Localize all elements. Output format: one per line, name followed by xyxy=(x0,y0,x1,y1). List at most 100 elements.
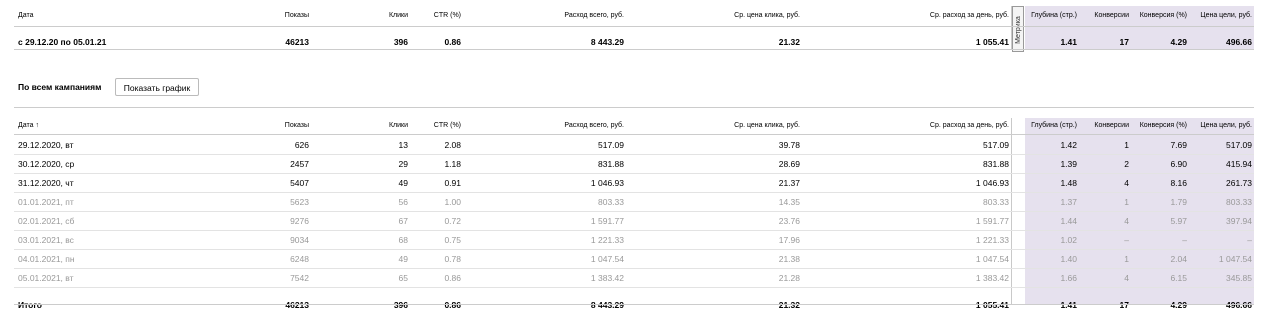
cell-date: Итого xyxy=(18,300,42,310)
cell-ctr: CTR (%) xyxy=(433,12,461,19)
cell-impressions: 5407 xyxy=(290,178,309,188)
cell-depth: 1.42 xyxy=(1060,140,1077,150)
cell-spend: 803.33 xyxy=(598,197,624,207)
cell-impressions: 7542 xyxy=(290,273,309,283)
cell-goal-cost: 397.94 xyxy=(1226,216,1252,226)
cell-ctr: 0.91 xyxy=(444,178,461,188)
summary-header-row: Дата Показы Клики CTR (%) Расход всего, руб.… xyxy=(14,7,1254,25)
cell-conversions: 1 xyxy=(1124,254,1129,264)
cell-impressions: 626 xyxy=(294,140,309,150)
cell-avg-daily-spend: 517.09 xyxy=(983,140,1009,150)
cell-goal-cost: 415.94 xyxy=(1226,159,1252,169)
daily-header-row[interactable]: Дата ↑ Показы Клики CTR (%) Расход всего, ру… xyxy=(14,117,1254,135)
cell-clicks: 68 xyxy=(398,235,408,245)
table-row: 02.01.2021, сб 9276 67 0.72 1 591.77 23.76 1 5… xyxy=(14,212,1254,230)
cell-ctr: 0.72 xyxy=(444,216,461,226)
table-row: 03.01.2021, вс 9034 68 0.75 1 221.33 17.96 1 2… xyxy=(14,231,1254,249)
cell-clicks: 49 xyxy=(398,254,408,264)
cell-depth: 1.66 xyxy=(1060,273,1077,283)
divider xyxy=(14,26,1254,27)
cell-avg-cpc: Ср. цена клика, руб. xyxy=(734,122,800,129)
cell-goal-cost: 517.09 xyxy=(1226,140,1252,150)
cell-goal-cost: 345.85 xyxy=(1226,273,1252,283)
cell-date: с 29.12.20 по 05.01.21 xyxy=(18,37,107,47)
cell-impressions: Показы xyxy=(284,12,309,19)
divider xyxy=(14,304,1254,305)
cell-avg-cpc: 21.28 xyxy=(778,273,800,283)
cell-ctr: 2.08 xyxy=(444,140,461,150)
cell-depth: 1.37 xyxy=(1060,197,1077,207)
cell-conversions: 4 xyxy=(1124,216,1129,226)
cell-avg-cpc: 21.38 xyxy=(778,254,800,264)
cell-ctr: 1.00 xyxy=(444,197,461,207)
cell-date: 04.01.2021, пн xyxy=(18,254,75,264)
cell-avg-daily-spend: 1 591.77 xyxy=(975,216,1009,226)
table-row: 31.12.2020, чт 5407 49 0.91 1 046.93 21.37 1 0… xyxy=(14,174,1254,192)
cell-clicks: Клики xyxy=(388,12,408,19)
cell-date: 30.12.2020, ср xyxy=(18,159,75,169)
cell-avg-daily-spend: 1 055.41 xyxy=(975,300,1009,310)
cell-clicks: 67 xyxy=(398,216,408,226)
table-row: 04.01.2021, пн 6248 49 0.78 1 047.54 21.38 1 0… xyxy=(14,250,1254,268)
daily-rows: 29.12.2020, вт 626 13 2.08 517.09 39.78 517.09… xyxy=(14,136,1254,288)
cell-avg-daily-spend: 1 383.42 xyxy=(975,273,1009,283)
cell-spend: 1 221.33 xyxy=(590,235,624,245)
cell-spend: 1 047.54 xyxy=(590,254,624,264)
cell-ctr: 0.78 xyxy=(444,254,461,264)
cell-avg-daily-spend: 1 221.33 xyxy=(975,235,1009,245)
cell-impressions: 9034 xyxy=(290,235,309,245)
total-row: Итого 46213 396 0.86 8 443.29 21.32 1 055.41 1.… xyxy=(14,296,1254,318)
cell-avg-daily-spend: 1 047.54 xyxy=(975,254,1009,264)
cell-avg-cpc: 21.32 xyxy=(778,37,800,47)
cell-avg-daily-spend: 1 046.93 xyxy=(975,178,1009,188)
divider xyxy=(14,49,1254,50)
cell-avg-cpc: 23.76 xyxy=(778,216,800,226)
table-row: 01.01.2021, пт 5623 56 1.00 803.33 14.35 803.3… xyxy=(14,193,1254,211)
cell-ctr: 1.18 xyxy=(444,159,461,169)
cell-depth: Глубина (стр.) xyxy=(1031,12,1077,19)
cell-impressions: 46213 xyxy=(285,37,309,47)
cell-ctr: 0.86 xyxy=(444,273,461,283)
cell-impressions: 9276 xyxy=(290,216,309,226)
cell-avg-daily-spend: 831.88 xyxy=(983,159,1009,169)
row-divider xyxy=(14,287,1254,288)
cell-conversions: Конверсии xyxy=(1094,12,1129,19)
cell-clicks: 56 xyxy=(398,197,408,207)
cell-avg-cpc: 21.32 xyxy=(778,300,800,310)
cell-conversion-rate: 1.79 xyxy=(1170,197,1187,207)
show-chart-button[interactable]: Показать график xyxy=(115,78,199,96)
cell-clicks: Клики xyxy=(388,122,408,129)
cell-clicks: 49 xyxy=(398,178,408,188)
cell-date: 02.01.2021, сб xyxy=(18,216,75,226)
cell-depth: 1.39 xyxy=(1060,159,1077,169)
cell-conversion-rate: 4.29 xyxy=(1170,300,1187,310)
cell-spend: 1 383.42 xyxy=(590,273,624,283)
cell-avg-cpc: 14.35 xyxy=(778,197,800,207)
cell-conversion-rate: Конверсия (%) xyxy=(1139,12,1187,19)
cell-conversions: 4 xyxy=(1124,178,1129,188)
cell-date: 29.12.2020, вт xyxy=(18,140,74,150)
cell-conversion-rate: 7.69 xyxy=(1170,140,1187,150)
cell-date: 03.01.2021, вс xyxy=(18,235,74,245)
divider xyxy=(14,107,1254,108)
table-row: 29.12.2020, вт 626 13 2.08 517.09 39.78 517.09… xyxy=(14,136,1254,154)
cell-goal-cost: 261.73 xyxy=(1226,178,1252,188)
cell-impressions: Показы xyxy=(284,122,309,129)
cell-impressions: 5623 xyxy=(290,197,309,207)
cell-avg-daily-spend: Ср. расход за день, руб. xyxy=(929,122,1009,129)
cell-conversion-rate: 6.90 xyxy=(1170,159,1187,169)
daily-table: Дата ↑ Показы Клики CTR (%) Расход всего, ру… xyxy=(14,117,1254,318)
cell-goal-cost: 803.33 xyxy=(1226,197,1252,207)
cell-clicks: 396 xyxy=(393,300,408,310)
cell-avg-daily-spend: 803.33 xyxy=(983,197,1009,207)
cell-spend: 831.88 xyxy=(598,159,624,169)
cell-conversion-rate: – xyxy=(1182,235,1187,245)
cell-conversions: 2 xyxy=(1124,159,1129,169)
cell-avg-cpc: 17.96 xyxy=(778,235,800,245)
cell-avg-daily-spend: Ср. расход за день, руб. xyxy=(929,12,1009,19)
cell-spend: 517.09 xyxy=(598,140,624,150)
cell-conversion-rate: 6.15 xyxy=(1170,273,1187,283)
cell-depth: Глубина (стр.) xyxy=(1031,122,1077,129)
cell-depth: 1.44 xyxy=(1060,216,1077,226)
cell-conversions: 17 xyxy=(1119,300,1129,310)
